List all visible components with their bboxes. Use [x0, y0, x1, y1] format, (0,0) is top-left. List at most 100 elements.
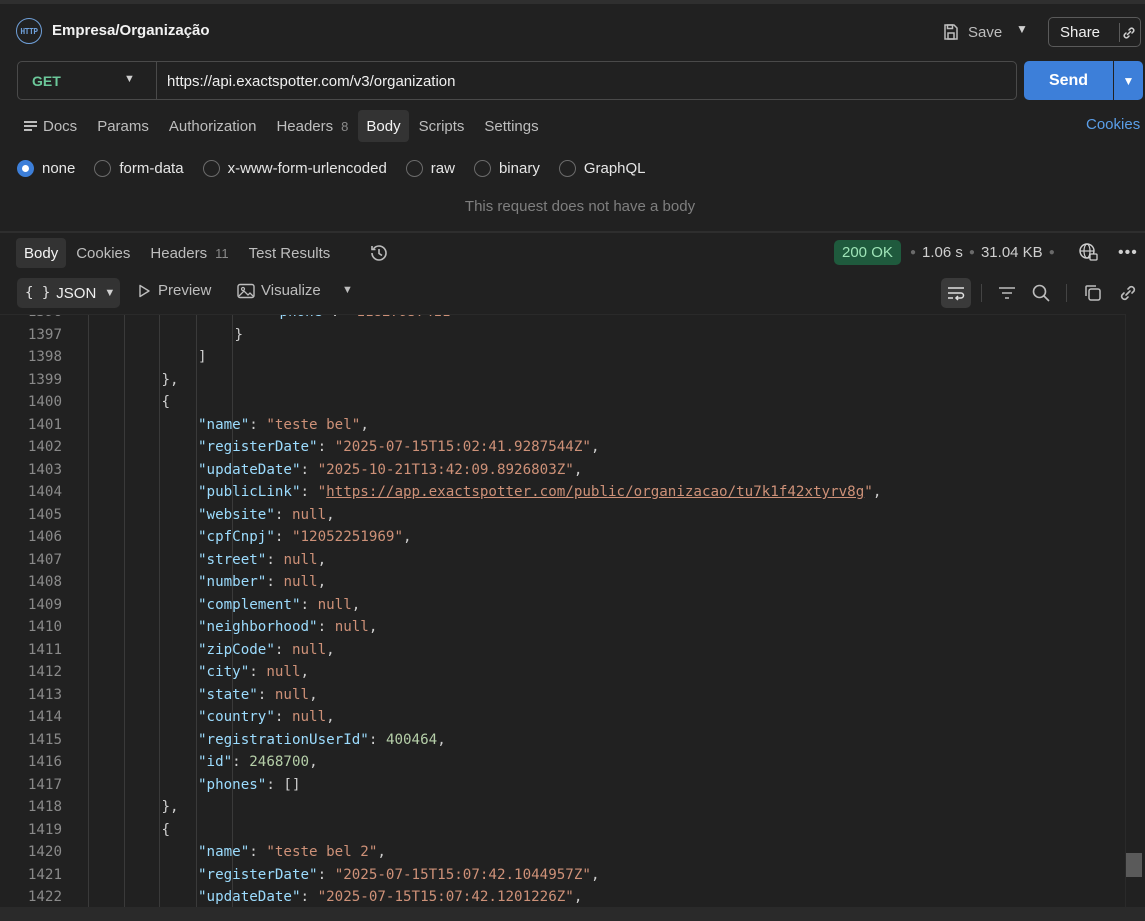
json-punctuation: ,	[437, 731, 446, 748]
radio-graphql[interactable]: GraphQL	[558, 159, 646, 177]
share-button[interactable]: Share	[1048, 17, 1141, 47]
send-button[interactable]: Send	[1024, 61, 1113, 100]
tab-docs[interactable]: Docs	[16, 110, 87, 142]
copy-link-icon[interactable]	[1121, 25, 1137, 41]
save-options-chevron-down-icon[interactable]: ▼	[1016, 22, 1028, 36]
response-tabs: Body Cookies Headers 11 Test Results	[16, 238, 340, 268]
json-key: "street"	[198, 551, 267, 568]
json-punctuation: ,	[309, 686, 318, 703]
vertical-scrollbar[interactable]	[1125, 314, 1145, 907]
radio-raw[interactable]: raw	[405, 159, 455, 177]
copy-icon[interactable]	[1082, 282, 1104, 304]
code-line: 1419 {	[0, 819, 1125, 842]
json-punctuation: ,	[326, 709, 335, 725]
json-punctuation: {	[161, 394, 171, 410]
cookies-link[interactable]: Cookies	[1086, 116, 1140, 133]
http-method-select[interactable]: GET	[32, 73, 61, 89]
toolbar-divider	[981, 284, 982, 302]
json-punctuation: :	[317, 866, 335, 883]
scrollbar-thumb[interactable]	[1126, 853, 1142, 877]
line-number: 1396	[0, 315, 62, 324]
json-link[interactable]: https://app.exactspotter.com/public/orga…	[326, 484, 864, 500]
wrap-lines-icon	[948, 287, 965, 301]
save-button[interactable]: Save	[942, 18, 1002, 46]
code-text: "registrationUserId": 400464,	[198, 729, 446, 752]
code-text: ]	[198, 346, 207, 369]
code-line: 1413 "state": null,	[0, 684, 1125, 707]
json-key: "number"	[198, 574, 267, 590]
tab-params[interactable]: Params	[87, 110, 159, 142]
preview-button[interactable]: Preview	[136, 282, 211, 299]
json-value: null	[291, 641, 327, 658]
visualize-chevron-down-icon[interactable]: ▼	[342, 284, 353, 296]
tab-label: Cookies	[76, 244, 131, 262]
json-key: "registerDate"	[198, 866, 318, 883]
method-chevron-down-icon[interactable]: ▼	[124, 73, 135, 85]
radio-unselected-icon	[558, 159, 576, 177]
request-title[interactable]: Empresa/Organização	[52, 22, 210, 39]
tab-response-headers[interactable]: Headers 11	[140, 238, 238, 268]
json-punctuation: ,	[368, 619, 378, 635]
response-format-select[interactable]: { } JSON ▼	[17, 278, 120, 308]
code-text: "zipCode": null,	[198, 639, 335, 662]
tab-headers[interactable]: Headers 8	[266, 110, 358, 142]
json-punctuation: ,	[403, 529, 412, 545]
line-number: 1421	[27, 866, 62, 883]
pane-resize-handle[interactable]	[0, 231, 1145, 233]
filter-icon[interactable]	[996, 282, 1018, 304]
more-options-icon[interactable]: •••	[1118, 244, 1138, 262]
code-text: "cpfCnpj": "12052251969",	[198, 526, 412, 549]
radio-none[interactable]: none	[17, 159, 75, 177]
network-globe-icon[interactable]	[1078, 242, 1098, 262]
url-input[interactable]	[167, 71, 987, 91]
status-badge[interactable]: 200 OK	[834, 240, 901, 265]
json-value: "teste bel 2"	[266, 844, 378, 860]
radio-x-www-form-urlencoded[interactable]: x-www-form-urlencoded	[202, 159, 387, 177]
tab-label: Authorization	[168, 117, 257, 135]
radio-binary[interactable]: binary	[473, 159, 540, 177]
json-punctuation: :	[249, 664, 267, 680]
json-punctuation: :	[257, 686, 275, 703]
code-text: "updateDate": "2025-10-21T13:42:09.89268…	[198, 459, 582, 482]
code-line: 1411 "zipCode": null,	[0, 639, 1125, 662]
line-number: 1422	[27, 889, 62, 905]
response-body-viewer[interactable]: 1396"phone": "11827957411"1397}1398]1399…	[0, 314, 1145, 907]
link-icon[interactable]	[1117, 282, 1139, 304]
history-icon[interactable]	[368, 242, 390, 264]
code-line: 1412 "city": null,	[0, 661, 1125, 684]
json-key: "complement"	[198, 596, 301, 613]
separator-dot: ●	[968, 247, 975, 258]
json-punctuation: :	[266, 574, 284, 590]
tab-test-results[interactable]: Test Results	[239, 238, 341, 268]
tab-response-cookies[interactable]: Cookies	[66, 238, 140, 268]
json-key: "id"	[198, 754, 233, 770]
response-headers-count: 11	[215, 245, 229, 261]
json-key: "phone"	[271, 315, 331, 320]
tab-response-body[interactable]: Body	[16, 238, 67, 268]
tab-authorization[interactable]: Authorization	[159, 110, 267, 142]
code-text: "street": null,	[198, 549, 326, 572]
request-header: HTTP Empresa/Organização Save ▼ Share	[0, 0, 1145, 56]
separator-dot: ●	[910, 247, 917, 258]
request-tabs: Docs Params Authorization Headers 8 Body …	[16, 110, 549, 142]
http-request-icon: HTTP	[16, 18, 42, 44]
code-line: 1417 "phones": []	[0, 774, 1125, 797]
visualize-button[interactable]: Visualize	[237, 282, 321, 299]
radio-form-data[interactable]: form-data	[94, 159, 184, 177]
code-line: 1414 "country": null,	[0, 706, 1125, 729]
send-options-chevron-down-icon[interactable]: ▼	[1114, 61, 1143, 100]
json-value: null	[266, 664, 301, 680]
line-number: 1400	[27, 394, 62, 410]
json-punctuation: ,	[590, 866, 600, 883]
response-time[interactable]: 1.06 s	[922, 244, 963, 261]
chevron-down-icon: ▼	[104, 287, 116, 299]
tab-scripts[interactable]: Scripts	[409, 110, 475, 142]
tab-label: Body	[366, 117, 401, 135]
code-text: {	[162, 391, 171, 414]
wrap-lines-button[interactable]	[941, 278, 971, 308]
json-punctuation: :	[331, 315, 348, 320]
tab-settings[interactable]: Settings	[474, 110, 548, 142]
tab-body[interactable]: Body	[358, 110, 409, 142]
response-size[interactable]: 31.04 KB	[981, 244, 1043, 261]
search-icon[interactable]	[1030, 282, 1052, 304]
